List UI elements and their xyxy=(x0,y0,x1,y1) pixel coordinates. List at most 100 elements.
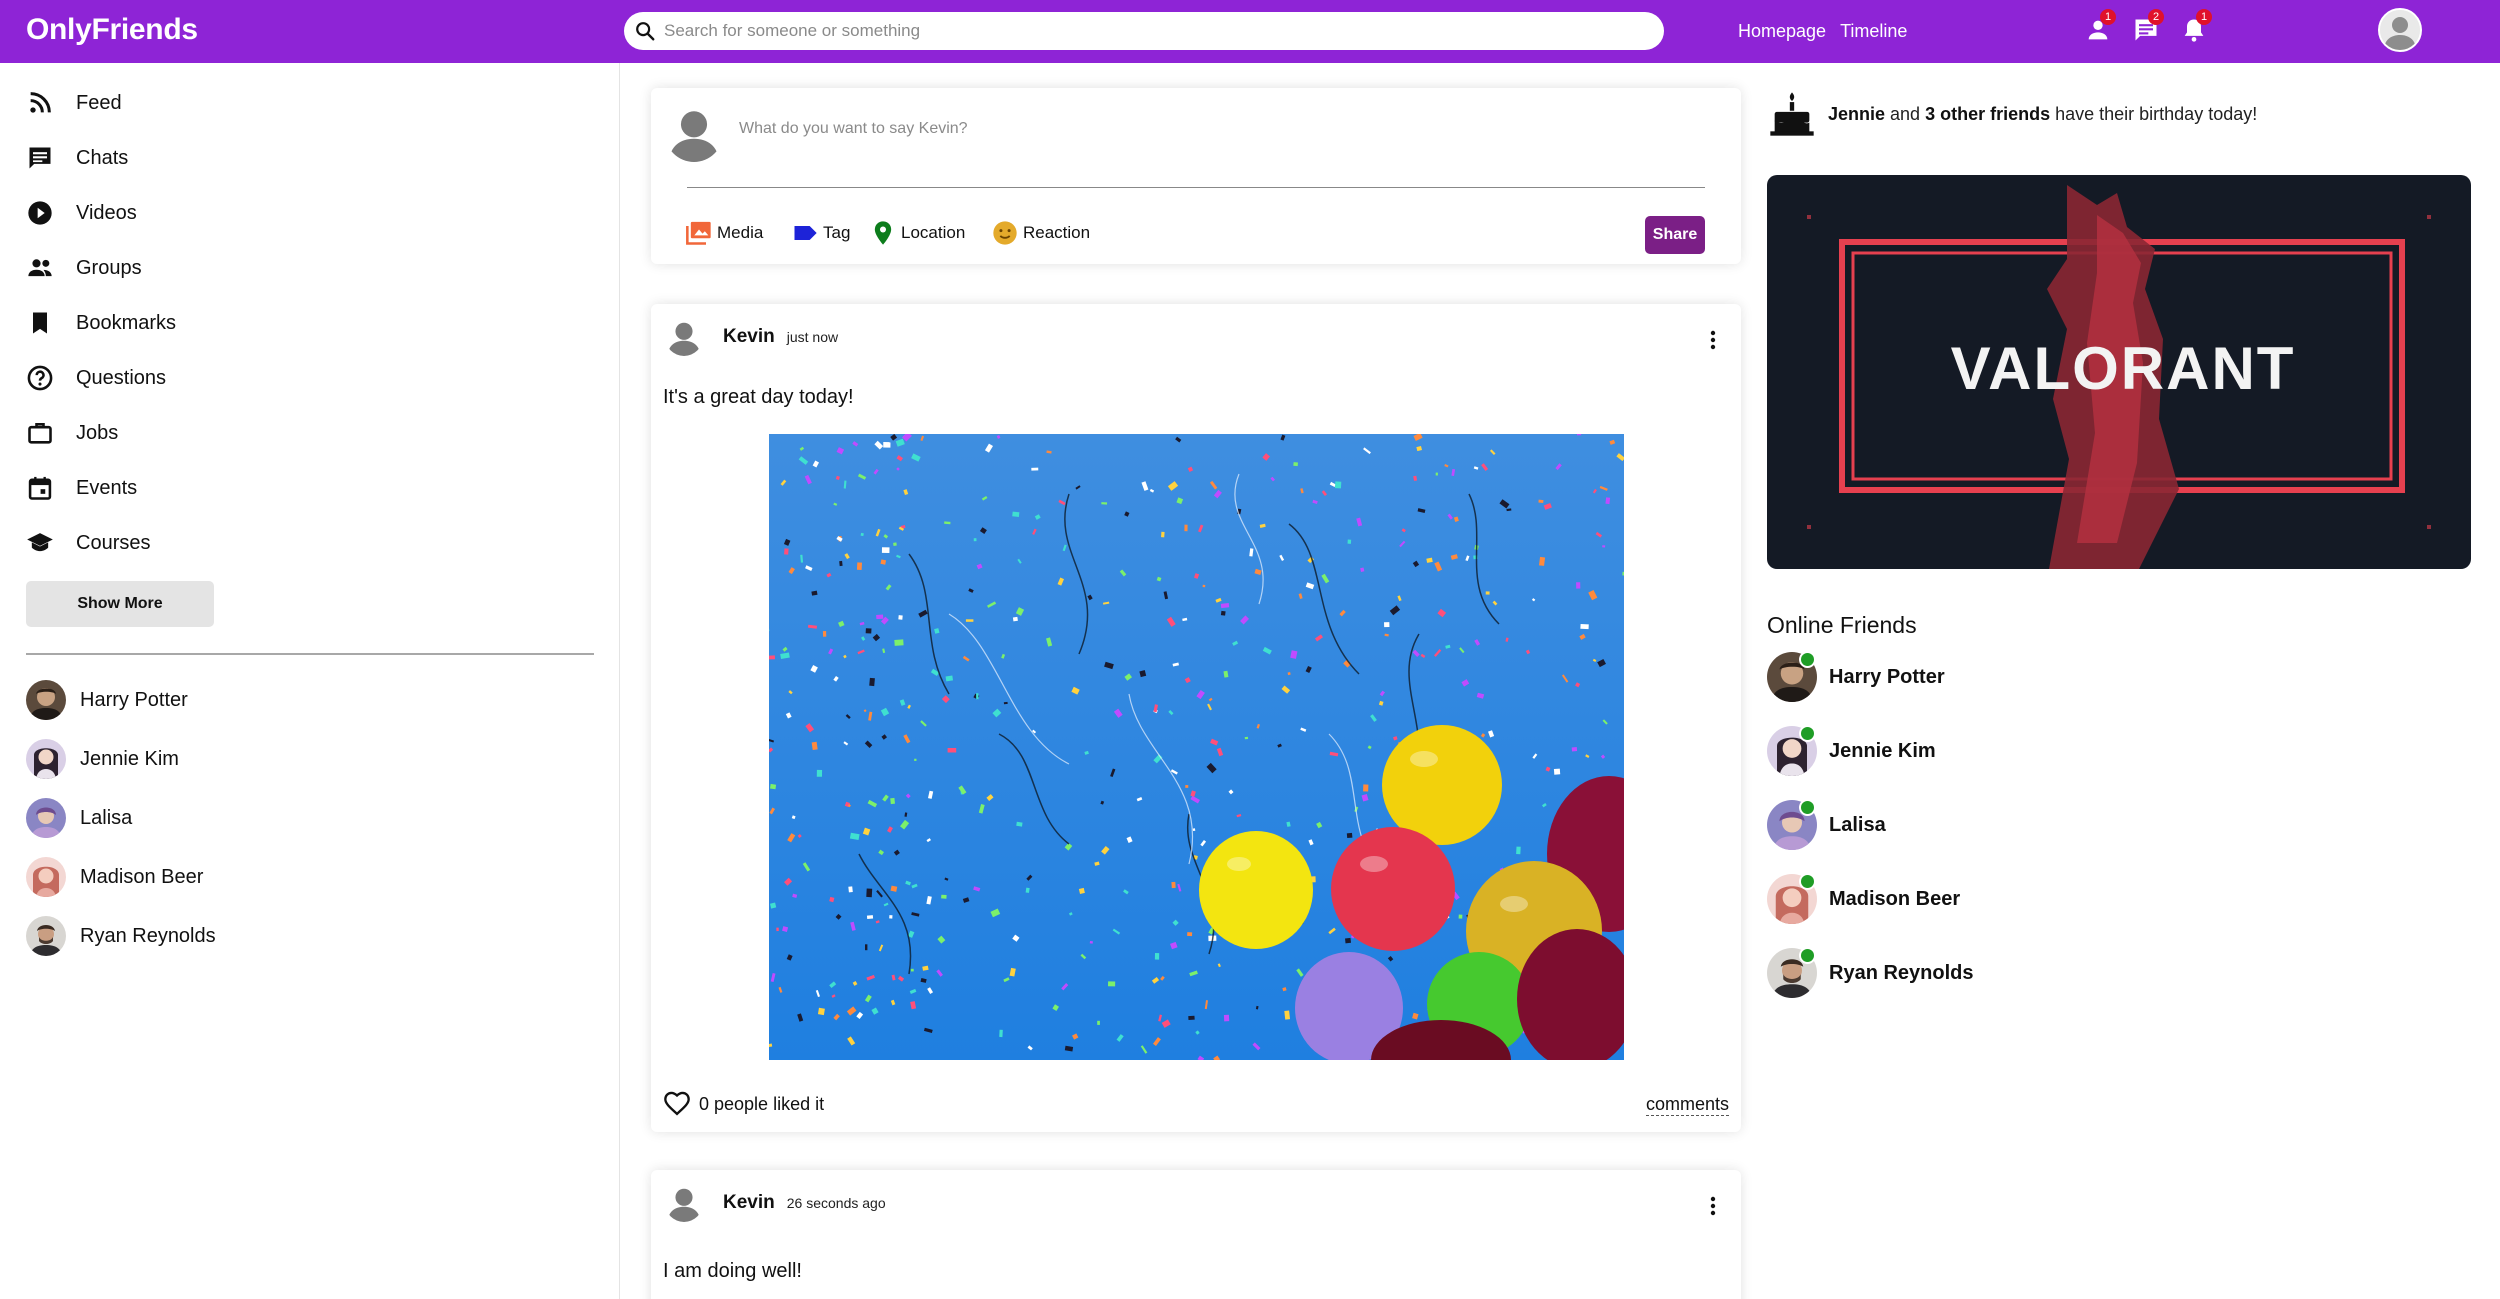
post-input[interactable] xyxy=(739,120,1639,138)
timeline-link[interactable]: Timeline xyxy=(1840,21,1907,42)
option-label: Location xyxy=(901,223,966,242)
sidebar-item-label: Questions xyxy=(76,366,167,389)
more-vert-icon[interactable] xyxy=(1701,1194,1725,1218)
sidebar-divider xyxy=(26,653,594,655)
online-friend[interactable]: Lalisa xyxy=(1767,799,1886,850)
sidebar-friend[interactable]: Lalisa xyxy=(26,797,132,839)
user-placeholder-icon xyxy=(665,104,723,162)
notifications-button[interactable]: 1 xyxy=(2180,9,2214,48)
sidebar-item-label: Feed xyxy=(76,91,122,114)
option-label: Media xyxy=(717,223,764,242)
sidebar-item-label: Jobs xyxy=(76,421,119,444)
avatar xyxy=(1767,651,1817,702)
play-circle-icon xyxy=(28,201,52,225)
sidebar-item-label: Courses xyxy=(76,531,151,554)
avatar xyxy=(26,798,66,838)
school-icon xyxy=(27,533,53,552)
help-circle-icon xyxy=(27,365,53,391)
sidebar-item-questions[interactable]: Questions xyxy=(26,358,586,398)
option-label: Reaction xyxy=(1023,223,1091,242)
tag-option[interactable]: Tag xyxy=(791,219,850,247)
friend-name: Ryan Reynolds xyxy=(80,924,216,947)
search-bar[interactable] xyxy=(624,12,1664,50)
location-pin-icon xyxy=(874,221,892,245)
avatar[interactable] xyxy=(665,1184,703,1222)
friend-name: Harry Potter xyxy=(1829,665,1945,688)
reaction-option[interactable]: Reaction xyxy=(991,219,1090,247)
app-logo[interactable]: OnlyFriends xyxy=(26,13,198,47)
show-more-button[interactable]: Show More xyxy=(26,581,214,627)
online-status-dot xyxy=(1799,725,1816,742)
online-friend[interactable]: Harry Potter xyxy=(1767,651,1945,702)
avatar xyxy=(1767,873,1817,924)
birthday-text: Jennie and 3 other friends have their bi… xyxy=(1828,103,2258,124)
cake-icon xyxy=(1770,92,1814,136)
messages-button[interactable]: 2 xyxy=(2132,9,2166,48)
photo-library-icon xyxy=(686,221,711,245)
notification-badge: 2 xyxy=(2148,9,2164,25)
avatar xyxy=(1767,725,1817,776)
share-button[interactable]: Share xyxy=(1645,216,1705,254)
friend-name: Madison Beer xyxy=(80,865,204,888)
post-card: Kevin just now It's a great day today! 0… xyxy=(651,304,1741,1132)
sidebar-friend[interactable]: Harry Potter xyxy=(26,679,188,721)
sidebar-item-bookmarks[interactable]: Bookmarks xyxy=(26,303,586,343)
sidebar-item-jobs[interactable]: Jobs xyxy=(26,413,586,453)
friend-name: Lalisa xyxy=(1829,813,1886,836)
post-author[interactable]: Kevin xyxy=(723,1192,775,1214)
location-option[interactable]: Location xyxy=(869,219,965,247)
post-header: Kevin just now xyxy=(665,318,838,356)
option-label: Tag xyxy=(823,223,851,242)
sidebar-item-courses[interactable]: Courses xyxy=(26,523,586,563)
homepage-link[interactable]: Homepage xyxy=(1738,21,1826,42)
sidebar-item-groups[interactable]: Groups xyxy=(26,248,586,288)
post-time: just now xyxy=(786,329,839,345)
chat-icon xyxy=(29,147,51,169)
post-text: It's a great day today! xyxy=(663,386,854,408)
online-friends-title: Online Friends xyxy=(1767,612,1917,638)
online-status-dot xyxy=(1799,873,1816,890)
user-placeholder-icon xyxy=(2380,10,2420,50)
post-header: Kevin 26 seconds ago xyxy=(665,1184,886,1222)
avatar xyxy=(1767,799,1817,850)
sidebar-friend[interactable]: Madison Beer xyxy=(26,856,203,898)
friend-requests-button[interactable]: 1 xyxy=(2084,9,2118,48)
post-time: 26 seconds ago xyxy=(786,1195,886,1211)
avatar[interactable] xyxy=(665,318,703,356)
online-friend[interactable]: Madison Beer xyxy=(1767,873,1961,924)
like-button[interactable]: 0 people liked it xyxy=(663,1090,824,1118)
search-icon xyxy=(636,22,655,41)
profile-avatar[interactable] xyxy=(2378,8,2422,52)
sidebar-item-label: Bookmarks xyxy=(76,311,177,334)
friend-name: Jennie Kim xyxy=(1829,739,1936,762)
rss-icon xyxy=(30,92,51,113)
valorant-ad-banner[interactable]: VALORANT xyxy=(1767,175,2471,569)
heart-outline-icon xyxy=(664,1091,690,1116)
sidebar-item-feed[interactable]: Feed xyxy=(26,83,586,123)
sidebar-item-label: Events xyxy=(76,476,138,499)
media-option[interactable]: Media xyxy=(685,219,763,247)
avatar xyxy=(26,857,66,897)
label-icon xyxy=(794,226,817,240)
avatar xyxy=(26,916,66,956)
more-vert-icon[interactable] xyxy=(1701,328,1725,352)
sidebar-friend[interactable]: Jennie Kim xyxy=(26,738,179,780)
sidebar-item-events[interactable]: Events xyxy=(26,468,586,508)
sidebar-item-chats[interactable]: Chats xyxy=(26,138,586,178)
online-status-dot xyxy=(1799,799,1816,816)
search-input[interactable] xyxy=(664,21,1644,41)
top-navbar: OnlyFriends Homepage Timeline 1 2 1 xyxy=(0,0,2500,63)
sidebar-friend[interactable]: Ryan Reynolds xyxy=(26,915,216,957)
online-friend[interactable]: Jennie Kim xyxy=(1767,725,1936,776)
online-friend[interactable]: Ryan Reynolds xyxy=(1767,947,1973,998)
sidebar-item-videos[interactable]: Videos xyxy=(26,193,586,233)
comments-link[interactable]: comments xyxy=(1645,1094,1729,1116)
post-image[interactable] xyxy=(769,434,1624,1060)
composer-divider xyxy=(687,187,1705,188)
post-author[interactable]: Kevin xyxy=(723,326,775,348)
post-card: Kevin 26 seconds ago I am doing well! xyxy=(651,1170,1741,1299)
post-composer: Media Tag Location Reaction Share xyxy=(651,88,1741,264)
sidebar-item-label: Chats xyxy=(76,146,129,169)
friend-name: Lalisa xyxy=(80,806,133,829)
friend-name: Madison Beer xyxy=(1829,887,1961,910)
